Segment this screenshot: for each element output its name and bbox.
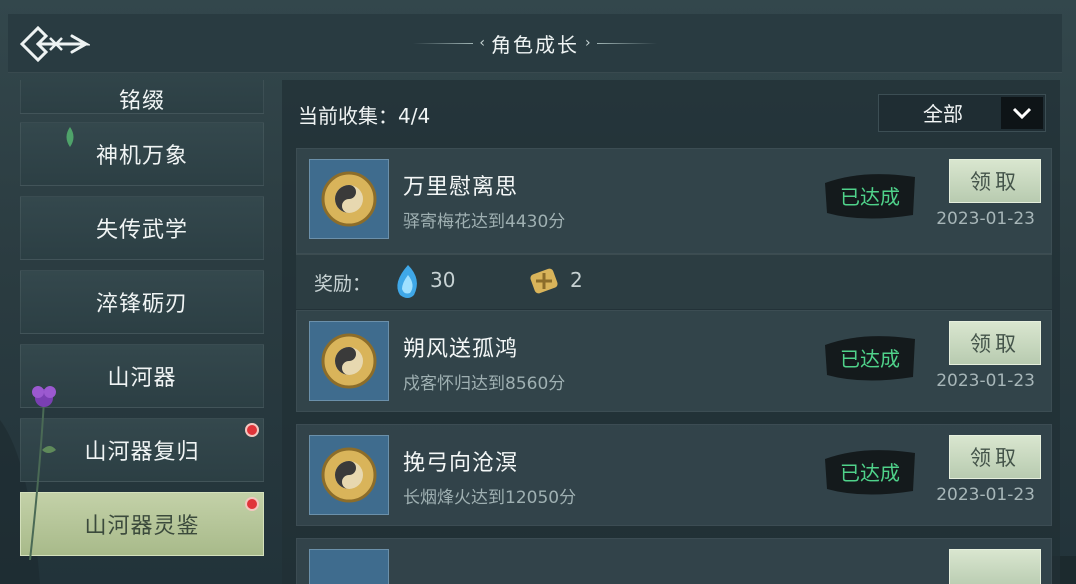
page-title: 角色成长 xyxy=(491,32,579,57)
top-bar: ‹ 角色成长 › xyxy=(8,14,1062,73)
achievement-card: 挽弓向沧溟 长烟烽火达到12050分 已达成 领取 2023-01-23 xyxy=(296,424,1052,526)
notification-dot xyxy=(245,423,259,437)
sidebar-item-cuifeng[interactable]: 淬锋砺刃 xyxy=(20,270,264,334)
sidebar: 铭缀 神机万象 失传武学 淬锋砺刃 山河器 山河器复归 山河器灵鉴 xyxy=(0,80,280,584)
completed-stamp: 已达成 xyxy=(823,331,917,385)
title-divider-right xyxy=(596,42,657,44)
filter-selected-value: 全部 xyxy=(923,102,963,126)
sidebar-item-shichuan[interactable]: 失传武学 xyxy=(20,196,264,260)
svg-text:已达成: 已达成 xyxy=(840,461,900,485)
svg-text:已达成: 已达成 xyxy=(840,347,900,371)
dropdown-toggle[interactable] xyxy=(1001,97,1043,129)
reward-row: 奖励： 30 2 xyxy=(296,254,1052,309)
achievement-description: 驿寄梅花达到4430分 xyxy=(403,212,566,232)
achievement-title: 朔风送孤鸿 xyxy=(403,337,519,362)
claim-button[interactable]: 领取 xyxy=(949,159,1041,203)
achievement-medallion-icon xyxy=(309,549,389,584)
chevron-right-icon: › xyxy=(585,35,591,51)
collection-count: 当前收集：4/4 xyxy=(298,104,431,128)
achievement-card-partial xyxy=(296,538,1052,584)
achievement-medallion-icon xyxy=(309,321,389,401)
title-divider-left xyxy=(413,42,474,44)
chevron-left-icon: ‹ xyxy=(479,35,485,51)
claim-button[interactable]: 领取 xyxy=(949,435,1041,479)
leaf-icon xyxy=(66,127,74,147)
achievement-date: 2023-01-23 xyxy=(936,371,1035,391)
achievement-card: 朔风送孤鸿 戍客怀归达到8560分 已达成 领取 2023-01-23 xyxy=(296,310,1052,412)
sidebar-item-label: 失传武学 xyxy=(95,218,188,243)
achievement-description: 戍客怀归达到8560分 xyxy=(403,374,566,394)
collection-panel: 当前收集：4/4 全部 万里慰离思 驿寄梅花达到4430分 已达成 领取 202… xyxy=(282,80,1060,584)
svg-text:已达成: 已达成 xyxy=(840,185,900,209)
title-area: ‹ 角色成长 › xyxy=(8,14,1062,72)
sidebar-item-label: 铭缀 xyxy=(118,89,165,114)
sidebar-item-shenji[interactable]: 神机万象 xyxy=(20,122,264,186)
chevron-down-icon xyxy=(1012,107,1032,120)
achievement-card: 万里慰离思 驿寄梅花达到4430分 已达成 领取 2023-01-23 xyxy=(296,148,1052,254)
reward-label: 奖励： xyxy=(314,273,372,295)
claim-button[interactable]: 领取 xyxy=(949,321,1041,365)
sidebar-item-label: 山河器 xyxy=(107,366,177,391)
sidebar-item-mingzhui[interactable]: 铭缀 xyxy=(20,80,264,114)
claim-button[interactable] xyxy=(949,549,1041,584)
achievement-description: 长烟烽火达到12050分 xyxy=(403,488,577,508)
sidebar-item-label: 淬锋砺刃 xyxy=(95,292,188,317)
achievement-medallion-icon xyxy=(309,435,389,515)
achievement-title: 挽弓向沧溟 xyxy=(403,451,519,476)
achievement-date: 2023-01-23 xyxy=(936,485,1035,505)
reward-amount: 2 xyxy=(570,268,583,292)
notification-dot xyxy=(245,497,259,511)
filter-dropdown[interactable]: 全部 xyxy=(878,94,1046,132)
blue-flame-icon xyxy=(397,265,417,298)
achievement-date: 2023-01-23 xyxy=(936,209,1035,229)
completed-stamp: 已达成 xyxy=(823,169,917,223)
reward-amount: 30 xyxy=(430,268,456,292)
completed-stamp: 已达成 xyxy=(823,445,917,499)
sidebar-item-shanheqi-fugui[interactable]: 山河器复归 xyxy=(20,418,264,482)
achievement-medallion-icon xyxy=(309,159,389,239)
sidebar-item-shanheqi[interactable]: 山河器 xyxy=(20,344,264,408)
sidebar-item-label: 神机万象 xyxy=(95,144,188,169)
sidebar-item-label: 山河器灵鉴 xyxy=(84,514,200,539)
gold-knot-icon xyxy=(530,268,558,294)
achievement-title: 万里慰离思 xyxy=(403,175,519,200)
sidebar-item-label: 山河器复归 xyxy=(84,440,200,465)
sidebar-item-shanheqi-lingjian[interactable]: 山河器灵鉴 xyxy=(20,492,264,556)
